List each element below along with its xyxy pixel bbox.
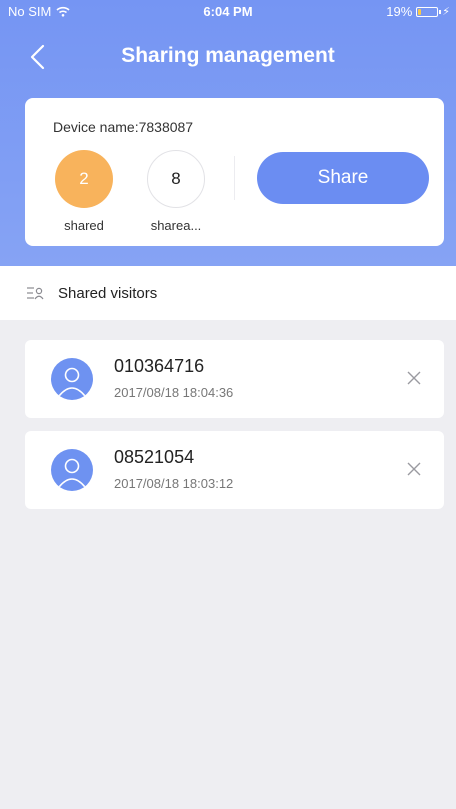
battery-percent: 19% [386,4,413,19]
remove-visitor-button[interactable] [406,370,422,386]
visitor-item: 08521054 2017/08/18 18:03:12 [25,431,444,509]
section-title: Shared visitors [58,284,158,302]
battery-icon [416,6,442,17]
shareable-count-badge: 8 [147,150,205,208]
shared-visitors-header: Shared visitors [0,266,456,320]
visitor-time: 2017/08/18 18:04:36 [114,385,234,400]
status-bar-right: 19% ⚡ [386,4,450,19]
device-name: Device name:7838087 [53,119,194,135]
charging-icon: ⚡ [442,6,450,18]
share-button[interactable]: Share [257,152,429,204]
header: No SIM 6:04 PM 19% ⚡ Sharing management … [0,0,456,266]
avatar [51,449,93,491]
avatar [51,358,93,400]
battery-nub [439,9,442,14]
card-divider [234,156,235,200]
shared-count-badge: 2 [55,150,113,208]
visitor-time: 2017/08/18 18:03:12 [114,476,234,491]
page-title: Sharing management [121,44,335,67]
visitor-id: 010364716 [114,356,205,376]
visitor-item: 010364716 2017/08/18 18:04:36 [25,340,444,418]
user-icon [58,367,86,397]
battery-fill [418,8,422,15]
visitor-id: 08521054 [114,447,195,467]
device-card: Device name:7838087 2 shared 8 sharea...… [25,98,444,246]
shareable-label: sharea... [150,218,202,233]
close-icon [407,462,421,476]
user-icon [58,458,86,488]
visitors-list-icon [27,287,44,300]
shared-label: shared [64,218,104,233]
remove-visitor-button[interactable] [406,461,422,477]
shared-count: 2 [79,169,89,188]
close-icon [407,371,421,385]
status-bar: No SIM 6:04 PM 19% ⚡ [0,0,456,22]
shareable-count: 8 [171,169,181,188]
